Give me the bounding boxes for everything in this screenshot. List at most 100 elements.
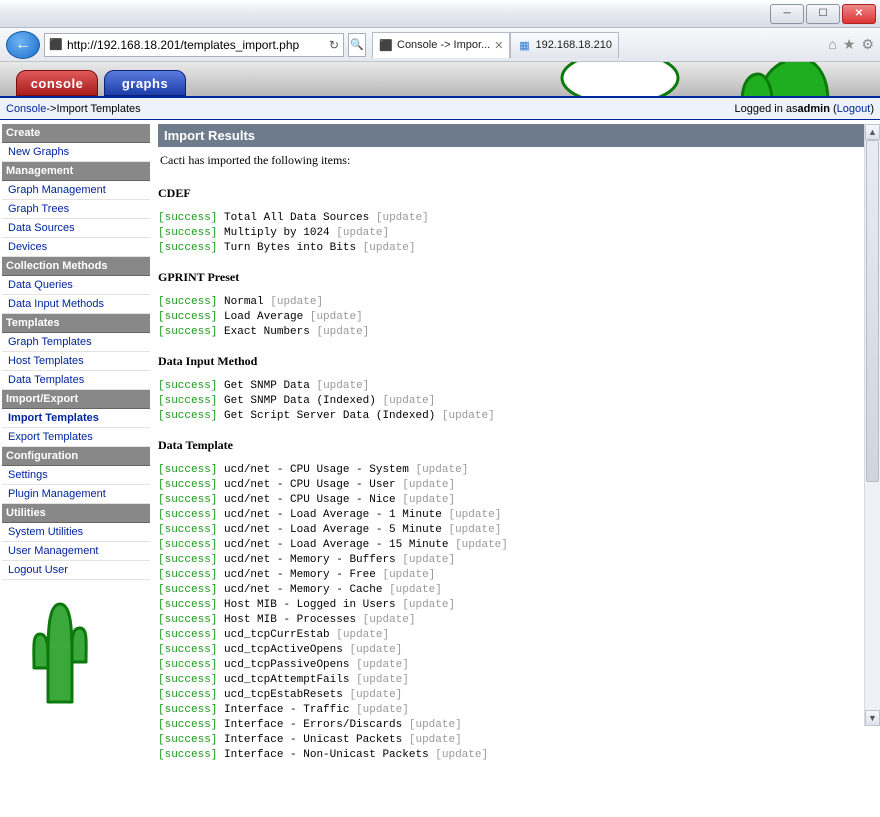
- sidebar-item-data-queries[interactable]: Data Queries: [2, 276, 150, 295]
- breadcrumb: Console -> Import Templates Logged in as…: [0, 98, 880, 120]
- settings-gear-icon[interactable]: ⚙: [861, 36, 874, 53]
- result-line: [success] ucd_tcpAttemptFails [update]: [158, 673, 870, 688]
- content-layout: CreateNew GraphsManagementGraph Manageme…: [0, 120, 880, 817]
- sidebar-item-user-management[interactable]: User Management: [2, 542, 150, 561]
- sidebar-item-data-input-methods[interactable]: Data Input Methods: [2, 295, 150, 314]
- result-line: [success] Interface - Traffic [update]: [158, 703, 870, 718]
- import-results: CDEF [success] Total All Data Sources [up…: [158, 186, 870, 763]
- sidebar-item-new-graphs[interactable]: New Graphs: [2, 143, 150, 162]
- logout-link[interactable]: Logout: [837, 103, 871, 115]
- scroll-thumb[interactable]: [866, 140, 879, 482]
- sidebar-item-system-utilities[interactable]: System Utilities: [2, 523, 150, 542]
- close-tab-icon[interactable]: ✕: [494, 39, 503, 52]
- result-line: [success] Host MIB - Logged in Users [up…: [158, 598, 870, 613]
- home-icon[interactable]: ⌂: [828, 36, 836, 53]
- result-line: [success] Interface - Errors/Discards [u…: [158, 718, 870, 733]
- result-line: [success] Turn Bytes into Bits [update]: [158, 241, 870, 256]
- search-icon: 🔍: [350, 38, 364, 51]
- result-line: [success] ucd/net - Load Average - 1 Min…: [158, 508, 870, 523]
- back-button[interactable]: ←: [6, 31, 40, 59]
- browser-tab-2[interactable]: ▦ 192.168.18.210: [510, 32, 618, 58]
- sidebar-item-import-templates[interactable]: Import Templates: [2, 409, 150, 428]
- browser-menu-icons: ⌂ ★ ⚙: [828, 36, 874, 53]
- result-line: [success] Total All Data Sources [update…: [158, 211, 870, 226]
- scroll-down-icon[interactable]: ▼: [865, 710, 880, 726]
- sidebar-section-header: Collection Methods: [2, 257, 150, 276]
- result-group-heading: Data Template: [158, 438, 870, 453]
- sidebar-item-data-templates[interactable]: Data Templates: [2, 371, 150, 390]
- minimize-button[interactable]: ─: [770, 4, 804, 24]
- result-group-heading: Data Input Method: [158, 354, 870, 369]
- tab-title: 192.168.18.210: [535, 39, 611, 51]
- logged-in-label: Logged in as: [735, 103, 798, 115]
- result-line: [success] ucd/net - CPU Usage - Nice [up…: [158, 493, 870, 508]
- result-line: [success] Normal [update]: [158, 295, 870, 310]
- result-line: [success] ucd/net - Load Average - 15 Mi…: [158, 538, 870, 553]
- result-line: [success] ucd/net - Memory - Free [updat…: [158, 568, 870, 583]
- browser-tab-1[interactable]: ⬛ Console -> Impor... ✕: [372, 32, 510, 58]
- sidebar-section-header: Configuration: [2, 447, 150, 466]
- cacti-favicon-icon: ⬛: [379, 38, 393, 52]
- scroll-up-icon[interactable]: ▲: [865, 124, 880, 140]
- result-line: [success] Get SNMP Data (Indexed) [updat…: [158, 394, 870, 409]
- vertical-scrollbar[interactable]: ▲ ▼: [864, 124, 880, 726]
- result-line: [success] ucd/net - CPU Usage - User [up…: [158, 478, 870, 493]
- result-line: [success] ucd/net - Memory - Buffers [up…: [158, 553, 870, 568]
- sidebar-item-export-templates[interactable]: Export Templates: [2, 428, 150, 447]
- result-line: [success] ucd_tcpPassiveOpens [update]: [158, 658, 870, 673]
- favorites-icon[interactable]: ★: [843, 36, 856, 53]
- current-user: admin: [798, 103, 830, 115]
- page-viewport: console graphs Console -> Import Templat…: [0, 62, 880, 728]
- result-line: [success] Exact Numbers [update]: [158, 325, 870, 340]
- result-group-heading: CDEF: [158, 186, 870, 201]
- sidebar-item-settings[interactable]: Settings: [2, 466, 150, 485]
- result-line: [success] Interface - Unicast Packets [u…: [158, 733, 870, 748]
- window-titlebar: ─ ☐ ✕: [0, 0, 880, 28]
- cacti-logo: [20, 594, 100, 704]
- result-line: [success] Interface - Non-Unicast Packet…: [158, 748, 870, 763]
- sidebar-item-host-templates[interactable]: Host Templates: [2, 352, 150, 371]
- result-line: [success] Get SNMP Data [update]: [158, 379, 870, 394]
- maximize-button[interactable]: ☐: [806, 4, 840, 24]
- result-line: [success] ucd_tcpActiveOpens [update]: [158, 643, 870, 658]
- sidebar-item-graph-templates[interactable]: Graph Templates: [2, 333, 150, 352]
- result-line: [success] ucd/net - Load Average - 5 Min…: [158, 523, 870, 538]
- sidebar-section-header: Management: [2, 162, 150, 181]
- result-line: [success] Get Script Server Data (Indexe…: [158, 409, 870, 424]
- tab-title: Console -> Impor...: [397, 39, 490, 51]
- sidebar-section-header: Import/Export: [2, 390, 150, 409]
- sidebar-item-logout-user[interactable]: Logout User: [2, 561, 150, 580]
- browser-toolbar: ← ⬛ http://192.168.18.201/templates_impo…: [0, 28, 880, 62]
- tab-console[interactable]: console: [16, 70, 98, 96]
- address-bar[interactable]: ⬛ http://192.168.18.201/templates_import…: [44, 33, 344, 57]
- sidebar-section-header: Create: [2, 124, 150, 143]
- refresh-icon[interactable]: ↻: [329, 38, 339, 52]
- sidebar-item-devices[interactable]: Devices: [2, 238, 150, 257]
- sidebar-item-graph-management[interactable]: Graph Management: [2, 181, 150, 200]
- result-line: [success] Load Average [update]: [158, 310, 870, 325]
- sidebar-section-header: Utilities: [2, 504, 150, 523]
- sidebar: CreateNew GraphsManagementGraph Manageme…: [0, 120, 152, 817]
- breadcrumb-sep: ->: [46, 103, 56, 115]
- cacti-favicon-icon: ⬛: [49, 38, 63, 52]
- router-favicon-icon: ▦: [517, 38, 531, 52]
- sidebar-section-header: Templates: [2, 314, 150, 333]
- tab-graphs[interactable]: graphs: [104, 70, 186, 96]
- main-content: Import Results Cacti has imported the fo…: [152, 120, 880, 817]
- breadcrumb-console-link[interactable]: Console: [6, 103, 46, 115]
- page-title: Import Results: [158, 124, 870, 147]
- result-group-heading: GPRINT Preset: [158, 270, 870, 285]
- sidebar-item-graph-trees[interactable]: Graph Trees: [2, 200, 150, 219]
- cacti-header: console graphs: [0, 62, 880, 98]
- cacti-banner-art: [560, 62, 840, 98]
- scroll-track[interactable]: [865, 140, 880, 710]
- sidebar-item-plugin-management[interactable]: Plugin Management: [2, 485, 150, 504]
- search-button[interactable]: 🔍: [348, 33, 366, 57]
- browser-tabs: ⬛ Console -> Impor... ✕ ▦ 192.168.18.210: [372, 32, 818, 58]
- sidebar-item-data-sources[interactable]: Data Sources: [2, 219, 150, 238]
- result-line: [success] Multiply by 1024 [update]: [158, 226, 870, 241]
- intro-text: Cacti has imported the following items:: [158, 147, 870, 180]
- result-line: [success] ucd_tcpEstabResets [update]: [158, 688, 870, 703]
- close-button[interactable]: ✕: [842, 4, 876, 24]
- result-line: [success] ucd/net - Memory - Cache [upda…: [158, 583, 870, 598]
